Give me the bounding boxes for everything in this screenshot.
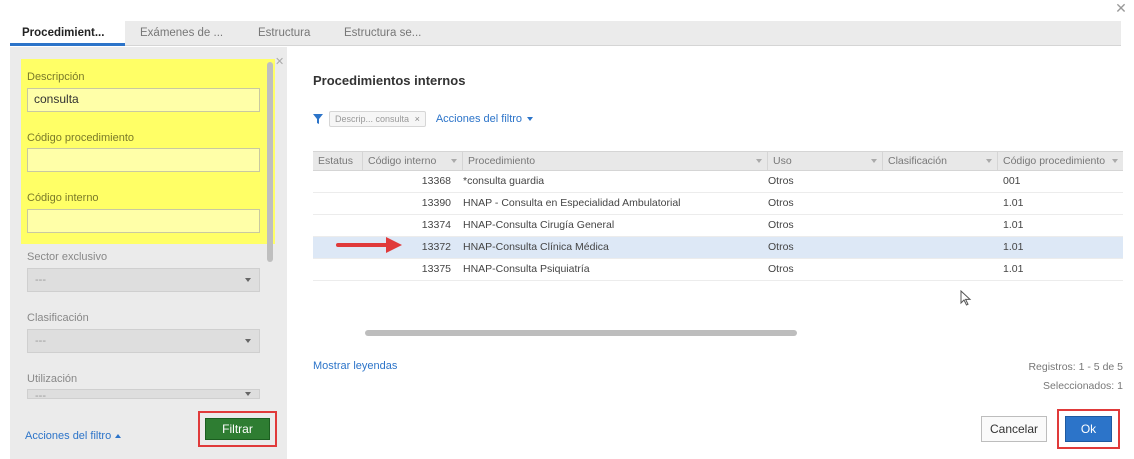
- sector-exclusivo-select[interactable]: ---: [27, 268, 260, 292]
- filtrar-button[interactable]: Filtrar: [205, 418, 270, 440]
- cell-uso: Otros: [768, 197, 794, 209]
- cell-procedimiento: HNAP-Consulta Cirugía General: [463, 219, 615, 231]
- cell-codigo-interno: 13375: [421, 263, 451, 275]
- cell-codigo-procedimiento: 1.01: [1003, 219, 1024, 231]
- annotation-box-ok: Ok: [1057, 409, 1120, 449]
- sort-icon: [451, 159, 457, 163]
- column-header-codigo-interno[interactable]: Código interno: [363, 152, 463, 171]
- cell-codigo-procedimiento: 1.01: [1003, 241, 1024, 253]
- cell-clasificacion: [883, 237, 993, 258]
- page-title: Procedimientos internos: [313, 73, 466, 88]
- tab-examenes[interactable]: Exámenes de ...: [140, 21, 223, 46]
- cell-clasificacion: [883, 215, 993, 236]
- dialog: ✕ Procedimient... Exámenes de ... Estruc…: [0, 0, 1134, 459]
- cell-estatus: [313, 259, 363, 280]
- clasificacion-label: Clasificación: [27, 312, 89, 324]
- cell-procedimiento: *consulta guardia: [463, 175, 545, 187]
- filter-panel-scrollbar[interactable]: [267, 62, 273, 262]
- codigo-procedimiento-label: Código procedimiento: [27, 132, 135, 144]
- codigo-procedimiento-input[interactable]: [27, 148, 260, 172]
- cell-procedimiento: HNAP-Consulta Psiquiatría: [463, 263, 590, 275]
- records-count: Registros: 1 - 5 de 5: [1028, 361, 1123, 373]
- cell-codigo-interno: 13368: [421, 175, 451, 187]
- codigo-interno-input[interactable]: [27, 209, 260, 233]
- chevron-down-icon: [245, 392, 251, 396]
- table-header: Estatus Código interno Procedimiento Uso…: [313, 151, 1123, 171]
- cell-clasificacion: [883, 171, 993, 192]
- annotation-box-filtrar: Filtrar: [198, 411, 277, 447]
- cell-estatus: [313, 215, 363, 236]
- filter-icon: [313, 114, 323, 124]
- column-header-procedimiento[interactable]: Procedimiento: [463, 152, 768, 171]
- cell-uso: Otros: [768, 263, 794, 275]
- tab-bar: Procedimient... Exámenes de ... Estructu…: [10, 21, 1121, 46]
- table-row[interactable]: 13374 HNAP-Consulta Cirugía General Otro…: [313, 215, 1123, 237]
- close-icon[interactable]: ✕: [1114, 1, 1128, 15]
- cancel-button[interactable]: Cancelar: [981, 416, 1047, 442]
- codigo-interno-label: Código interno: [27, 192, 99, 204]
- cell-codigo-interno: 13390: [421, 197, 451, 209]
- chevron-up-icon: [115, 434, 122, 438]
- active-filter-row: Descrip... consulta × Acciones del filtr…: [313, 110, 534, 128]
- ok-button[interactable]: Ok: [1065, 416, 1112, 442]
- clasificacion-value: ---: [35, 335, 46, 347]
- clasificacion-select[interactable]: ---: [27, 329, 260, 353]
- filter-panel: ✕ Descripción consulta Código procedimie…: [10, 47, 287, 459]
- chevron-down-icon: [245, 278, 251, 282]
- sector-exclusivo-label: Sector exclusivo: [27, 251, 108, 263]
- acciones-filtro-left-label: Acciones del filtro: [25, 430, 112, 442]
- sort-icon: [756, 159, 762, 163]
- sort-icon: [986, 159, 992, 163]
- table-row[interactable]: 13390 HNAP - Consulta en Especialidad Am…: [313, 193, 1123, 215]
- mouse-cursor-icon: [960, 290, 972, 306]
- column-header-codigo-procedimiento[interactable]: Código procedimiento: [998, 152, 1123, 171]
- cell-uso: Otros: [768, 175, 794, 187]
- tab-estructura-se[interactable]: Estructura se...: [344, 21, 421, 46]
- cell-codigo-procedimiento: 1.01: [1003, 197, 1024, 209]
- sort-icon: [871, 159, 877, 163]
- cell-codigo-procedimiento: 001: [1003, 175, 1021, 187]
- annotation-arrow-icon: [336, 237, 402, 253]
- descripcion-label: Descripción: [27, 71, 85, 83]
- results-table: Estatus Código interno Procedimiento Uso…: [313, 151, 1123, 281]
- tab-procedimientos[interactable]: Procedimient...: [10, 21, 125, 46]
- acciones-filtro-right-label: Acciones del filtro: [435, 113, 523, 125]
- cell-uso: Otros: [768, 219, 794, 231]
- acciones-filtro-left-link[interactable]: Acciones del filtro: [25, 430, 122, 442]
- chip-close-icon[interactable]: ×: [415, 114, 420, 124]
- filter-chip-field: Descrip...: [335, 114, 374, 124]
- utilizacion-select[interactable]: ---: [27, 389, 260, 399]
- chevron-down-icon: [245, 339, 251, 343]
- table-row[interactable]: 13368 *consulta guardia Otros 001: [313, 171, 1123, 193]
- selected-count: Seleccionados: 1: [1043, 380, 1123, 392]
- filter-chip-value: consulta: [375, 114, 410, 124]
- table-row-selected[interactable]: 13372 HNAP-Consulta Clínica Médica Otros…: [313, 237, 1123, 259]
- cell-uso: Otros: [768, 241, 794, 253]
- table-row[interactable]: 13375 HNAP-Consulta Psiquiatría Otros 1.…: [313, 259, 1123, 281]
- cell-estatus: [313, 171, 363, 192]
- cell-clasificacion: [883, 259, 993, 280]
- descripcion-input[interactable]: consulta: [27, 88, 260, 112]
- chevron-down-icon: [527, 117, 534, 121]
- cell-procedimiento: HNAP-Consulta Clínica Médica: [463, 241, 609, 253]
- column-header-estatus[interactable]: Estatus: [313, 152, 363, 171]
- cell-procedimiento: HNAP - Consulta en Especialidad Ambulato…: [463, 197, 681, 209]
- table-horizontal-scrollbar[interactable]: [365, 330, 797, 336]
- utilizacion-label: Utilización: [27, 373, 78, 385]
- utilizacion-value: ---: [35, 390, 46, 399]
- filter-chip[interactable]: Descrip... consulta ×: [329, 111, 426, 127]
- column-header-uso[interactable]: Uso: [768, 152, 883, 171]
- tab-estructura[interactable]: Estructura: [258, 21, 310, 46]
- panel-close-icon[interactable]: ✕: [275, 55, 284, 68]
- sector-exclusivo-value: ---: [35, 274, 46, 286]
- sort-icon: [1112, 159, 1118, 163]
- column-header-clasificacion[interactable]: Clasificación: [883, 152, 998, 171]
- cell-codigo-interno: 13374: [421, 219, 451, 231]
- cell-clasificacion: [883, 193, 993, 214]
- cell-estatus: [313, 193, 363, 214]
- mostrar-leyendas-link[interactable]: Mostrar leyendas: [313, 360, 397, 372]
- acciones-filtro-right-link[interactable]: Acciones del filtro: [435, 113, 534, 125]
- cell-codigo-procedimiento: 1.01: [1003, 263, 1024, 275]
